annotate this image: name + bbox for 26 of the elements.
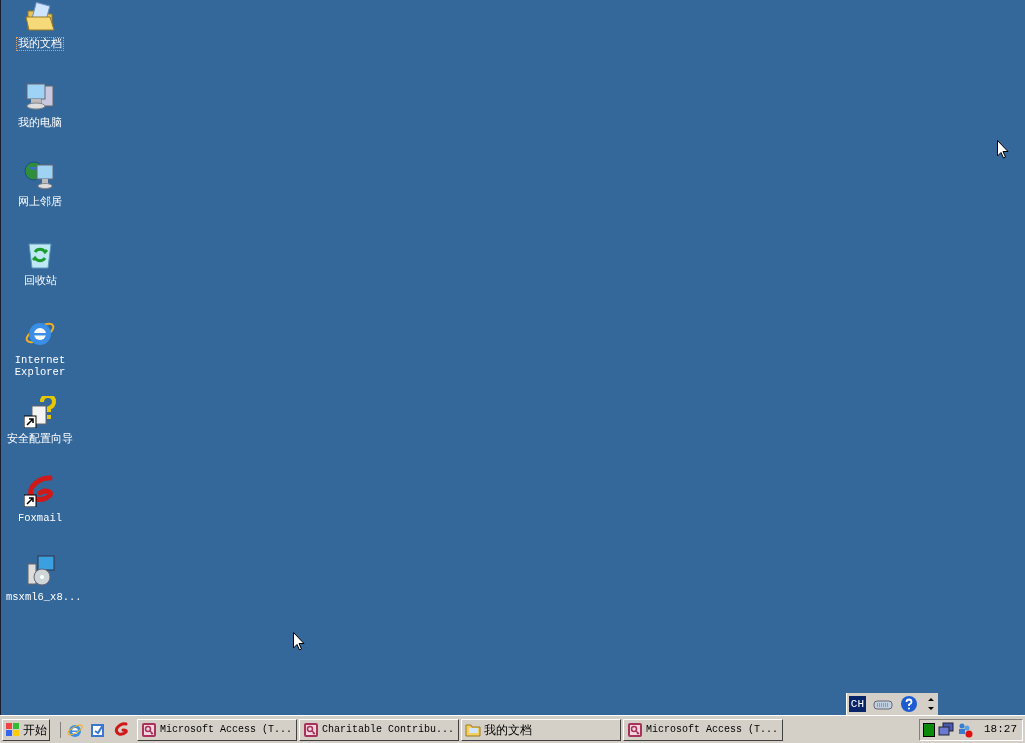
clock[interactable]: 18:27 bbox=[984, 721, 1019, 738]
icon-label[interactable]: 回收站 bbox=[22, 275, 58, 287]
icon-label[interactable]: 安全配置向导 bbox=[6, 433, 74, 445]
network-icon[interactable] bbox=[938, 721, 954, 738]
taskbar-button[interactable]: Microsoft Access (T... bbox=[623, 718, 783, 741]
cursor-icon bbox=[997, 140, 1009, 159]
help-icon[interactable] bbox=[900, 695, 918, 713]
taskbar-button[interactable]: Charitable Contribu... bbox=[299, 718, 459, 741]
foxmail-icon[interactable] bbox=[113, 721, 129, 738]
icon-label[interactable]: 网上邻居 bbox=[17, 196, 63, 208]
icon-label[interactable]: 我的文档 bbox=[17, 38, 63, 50]
keyboard-icon[interactable] bbox=[872, 697, 894, 711]
language-indicator[interactable]: CH bbox=[848, 696, 866, 712]
icon-label[interactable]: 我的电脑 bbox=[17, 117, 63, 129]
cursor-icon bbox=[293, 632, 305, 651]
start-button[interactable]: 开始 bbox=[2, 718, 50, 741]
taskbar-button[interactable]: Microsoft Access (T... bbox=[137, 718, 297, 741]
icon-label[interactable]: Foxmail bbox=[16, 512, 64, 524]
windows-logo-icon bbox=[5, 721, 21, 738]
users-icon[interactable] bbox=[957, 721, 973, 738]
icon-label[interactable]: Internet Explorer bbox=[5, 354, 75, 378]
browser-icon[interactable] bbox=[67, 721, 83, 738]
options-arrow-icon[interactable] bbox=[926, 695, 936, 713]
status-square-icon[interactable] bbox=[923, 722, 935, 737]
taskbar-button[interactable]: 我的文档 bbox=[461, 718, 621, 741]
folder-icon bbox=[465, 721, 481, 738]
